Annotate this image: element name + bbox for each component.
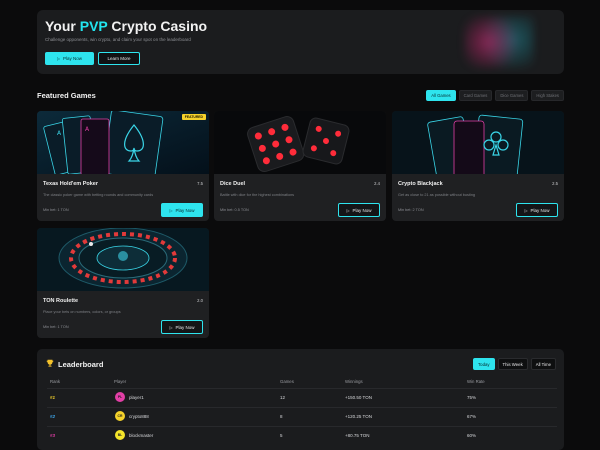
header-winnings: Winnings xyxy=(345,379,363,384)
games-value: 8 xyxy=(280,414,283,419)
game-card-poker[interactable]: A A FEATURED Texas Hold'em Poker 7.5 The… xyxy=(37,111,209,221)
game-count: 2.0 xyxy=(197,298,203,303)
game-description: The classic poker game with betting roun… xyxy=(43,193,154,197)
game-name: Dice Duel xyxy=(220,181,246,187)
games-value: 12 xyxy=(280,395,286,400)
leaderboard-title: Leaderboard xyxy=(58,360,104,369)
filter-all-games[interactable]: All Games xyxy=(426,90,456,101)
hero-title: Your PVP Crypto Casino xyxy=(45,18,208,34)
header-win-rate: Win Rate xyxy=(467,379,485,384)
roulette-wheel-image xyxy=(37,228,209,291)
table-row[interactable]: #1 PL player1 12 +150.50 TON 75% xyxy=(37,390,564,407)
play-icon: ▷ xyxy=(169,324,173,330)
hero-play-now-button[interactable]: ▷ Play Now xyxy=(45,52,94,65)
min-bet: Min bet: 1 TON xyxy=(43,325,69,329)
play-icon: ▷ xyxy=(346,207,350,213)
filter-high-stakes[interactable]: High Stakes xyxy=(531,90,564,101)
winnings-value: +150.50 TON xyxy=(345,395,372,400)
row-divider xyxy=(47,407,557,408)
poker-cards-image: A A xyxy=(37,111,209,174)
play-now-button[interactable]: ▷ Play Now xyxy=(516,203,558,217)
win-rate-value: 67% xyxy=(467,414,477,419)
header-rank: Rank xyxy=(50,379,61,384)
leaderboard-divider xyxy=(47,388,557,389)
tab-today[interactable]: Today xyxy=(473,358,495,370)
win-rate-value: 60% xyxy=(467,433,477,438)
avatar: PL xyxy=(115,392,125,402)
player-name: crypto888 xyxy=(129,414,149,419)
leaderboard-panel: Leaderboard Today This Week All Time Ran… xyxy=(37,349,564,450)
game-count: 2.4 xyxy=(374,181,380,186)
game-card-blackjack[interactable]: Crypto Blackjack 2.5 Get as close to 21 … xyxy=(392,111,564,221)
row-divider xyxy=(47,426,557,427)
featured-badge: FEATURED xyxy=(181,114,206,120)
play-now-button[interactable]: ▷ Play Now xyxy=(338,203,380,217)
min-bet: Min bet: 2 TON xyxy=(398,208,424,212)
play-icon: ▷ xyxy=(524,207,528,213)
game-name: Crypto Blackjack xyxy=(398,181,443,187)
header-player: Player xyxy=(114,379,127,384)
table-row[interactable]: #3 BL blockmaster 5 +80.75 TON 60% xyxy=(37,428,564,445)
win-rate-value: 75% xyxy=(467,395,477,400)
game-card-dice[interactable]: Dice Duel 2.4 Battle with dice for the h… xyxy=(214,111,386,221)
play-icon: ▷ xyxy=(56,56,61,61)
game-count: 7.5 xyxy=(197,181,203,186)
game-description: Battle with dice for the highest combina… xyxy=(220,193,295,197)
player-name: player1 xyxy=(129,395,144,400)
trophy-icon xyxy=(46,359,54,367)
avatar: CR xyxy=(115,411,125,421)
blackjack-cards-image xyxy=(392,111,564,174)
play-now-button[interactable]: ▷ Play Now xyxy=(161,203,203,217)
hero-learn-more-button[interactable]: Learn More xyxy=(98,52,140,65)
hero-decoration xyxy=(464,16,534,68)
min-bet: Min bet: 1 TON xyxy=(43,208,69,212)
game-name: Texas Hold'em Poker xyxy=(43,181,99,187)
tab-this-week[interactable]: This Week xyxy=(497,358,528,370)
play-icon: ▷ xyxy=(169,207,173,213)
table-row[interactable]: #2 CR crypto888 8 +120.25 TON 67% xyxy=(37,409,564,426)
play-now-button[interactable]: ▷ Play Now xyxy=(161,320,203,334)
game-count: 2.5 xyxy=(552,181,558,186)
player-name: blockmaster xyxy=(129,433,154,438)
rank-value: #3 xyxy=(50,433,56,438)
winnings-value: +80.75 TON xyxy=(345,433,370,438)
winnings-value: +120.25 TON xyxy=(345,414,372,419)
header-games: Games xyxy=(280,379,294,384)
hero-subtitle: Challenge opponents, win crypto, and cla… xyxy=(45,37,191,42)
min-bet: Min bet: 0.5 TON xyxy=(220,208,249,212)
rank-value: #1 xyxy=(50,395,56,400)
tab-all-time[interactable]: All Time xyxy=(530,358,556,370)
leaderboard-tabs: Today This Week All Time xyxy=(473,358,556,370)
games-value: 5 xyxy=(280,433,283,438)
red-dice-image xyxy=(214,111,386,174)
avatar: BL xyxy=(115,430,125,440)
game-description: Place your bets on numbers, colors, or g… xyxy=(43,310,121,314)
game-card-roulette[interactable]: TON Roulette 2.0 Place your bets on numb… xyxy=(37,228,209,338)
filter-card-games[interactable]: Card Games xyxy=(458,90,493,101)
rank-value: #2 xyxy=(50,414,56,419)
game-name: TON Roulette xyxy=(43,298,79,304)
game-description: Get as close to 21 as possible without b… xyxy=(398,193,476,197)
hero-title-highlight: PVP xyxy=(79,18,108,34)
featured-title: Featured Games xyxy=(37,91,96,100)
game-filters: All Games Card Games Dice Games High Sta… xyxy=(426,90,564,101)
filter-dice-games[interactable]: Dice Games xyxy=(495,90,529,101)
hero-banner: Your PVP Crypto Casino Challenge opponen… xyxy=(37,10,564,74)
